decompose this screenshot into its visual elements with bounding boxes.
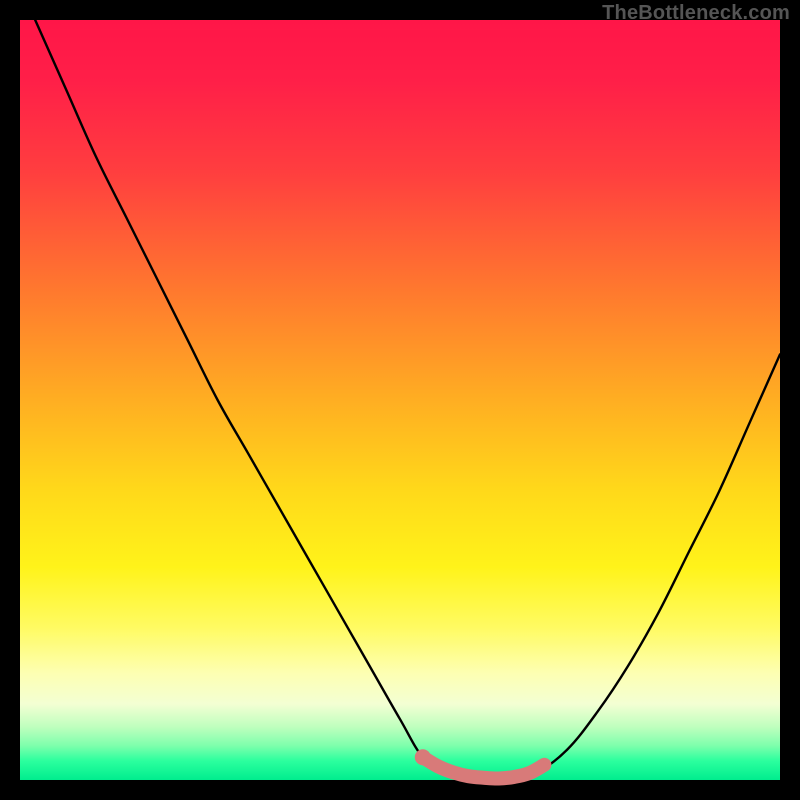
watermark-text: TheBottleneck.com [602,2,790,25]
sweet-spot-highlight [423,757,545,778]
bottleneck-curve [35,20,780,781]
sweet-spot-start-dot [415,749,431,765]
chart-frame: TheBottleneck.com [0,0,800,800]
chart-svg [20,20,780,780]
